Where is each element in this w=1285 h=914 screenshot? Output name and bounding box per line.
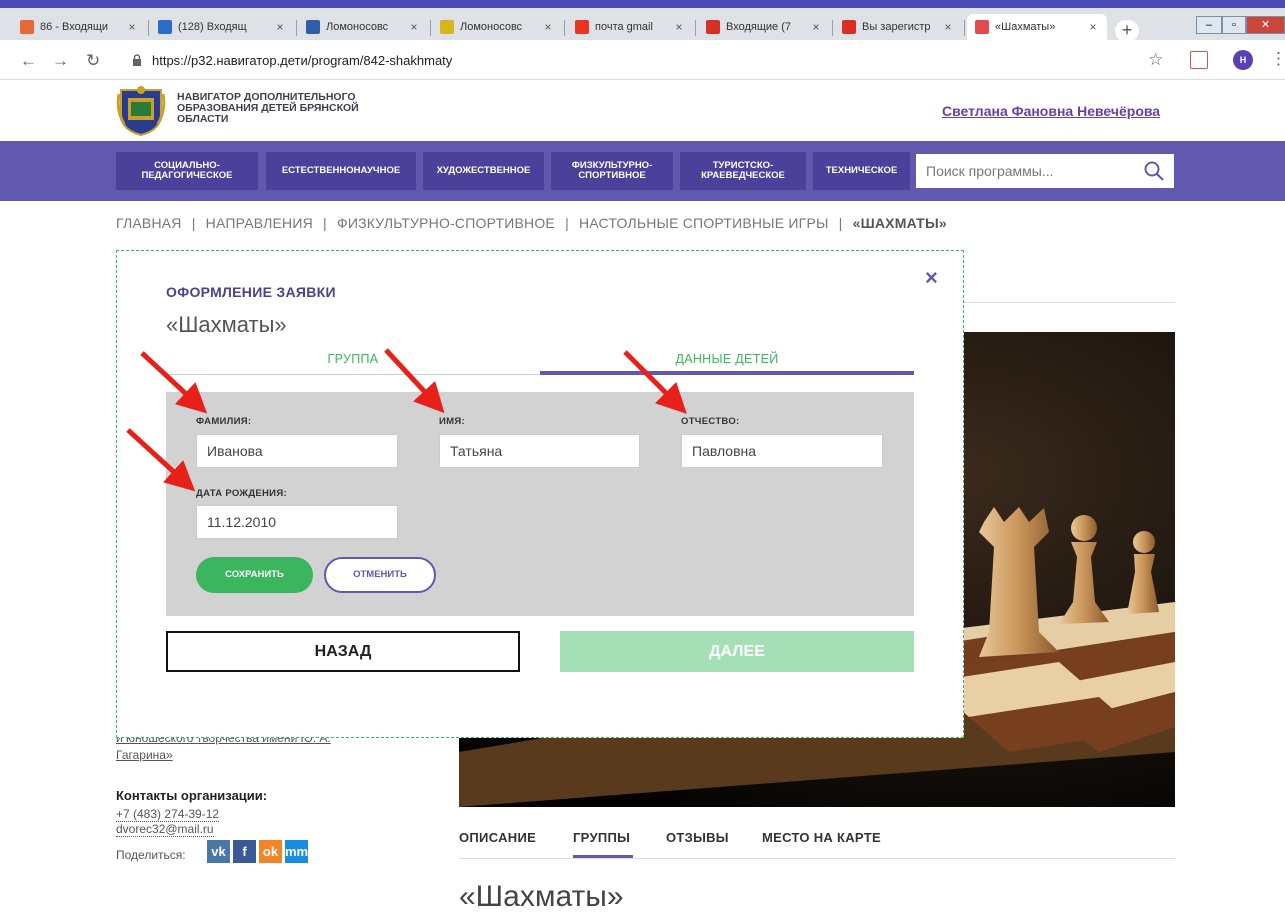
annotation-arrows <box>126 348 687 492</box>
annotation-arrow-name <box>384 348 445 414</box>
annotation-arrow-patronymic <box>623 350 687 414</box>
annotation-arrow-birthdate <box>126 428 196 492</box>
annotation-arrow-surname <box>140 351 208 414</box>
